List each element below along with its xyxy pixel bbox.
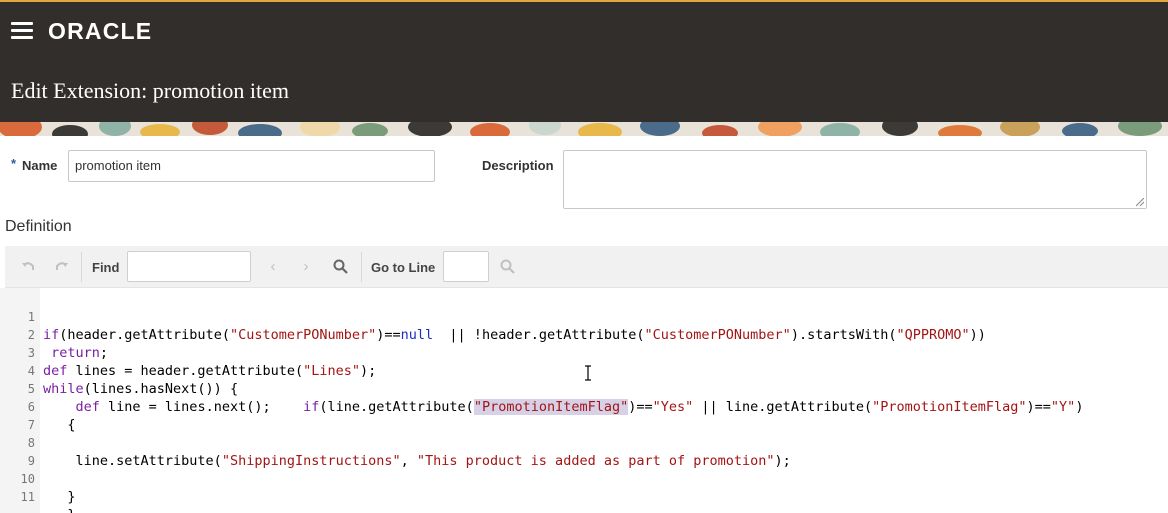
code-line[interactable]: 3 def lines = header.getAttribute("Lines… <box>0 326 1168 379</box>
description-field[interactable] <box>563 150 1147 209</box>
app-header: ORACLE Edit Extension: promotion item <box>0 0 1168 122</box>
description-label: Description <box>482 158 554 173</box>
search-icon[interactable] <box>332 258 350 276</box>
code-line[interactable]: 9 <box>0 434 1168 468</box>
code-line[interactable]: 1 if(header.getAttribute("CustomerPONumb… <box>0 290 1168 343</box>
find-input[interactable] <box>127 251 251 282</box>
undo-icon[interactable] <box>19 258 37 276</box>
goto-line-label: Go to Line <box>371 260 436 275</box>
search-icon[interactable] <box>499 258 517 276</box>
toolbar-divider <box>361 252 362 282</box>
code-text[interactable]: } <box>43 488 75 506</box>
toolbar-divider <box>81 252 82 282</box>
chevron-left-icon[interactable]: ‹ <box>264 258 282 276</box>
oracle-logo[interactable]: ORACLE <box>48 18 152 45</box>
code-line[interactable]: 10 } <box>0 452 1168 505</box>
hamburger-menu-icon[interactable] <box>11 22 33 40</box>
goto-line-input[interactable] <box>443 251 489 282</box>
code-text[interactable]: } <box>43 506 75 513</box>
page-title: Edit Extension: promotion item <box>11 78 290 103</box>
required-marker: * <box>11 156 17 171</box>
resize-grip-icon[interactable] <box>1136 198 1144 206</box>
redo-icon[interactable] <box>53 258 71 276</box>
editor-toolbar: Find ‹ › Go to Line <box>5 246 1168 288</box>
line-number: 11 <box>20 490 35 504</box>
code-line[interactable]: 4 while(lines.hasNext()) { <box>0 344 1168 397</box>
code-line[interactable]: 7 <box>0 398 1168 432</box>
code-line[interactable]: 8 line.setAttribute("ShippingInstruction… <box>0 416 1168 469</box>
name-field[interactable]: promotion item <box>68 150 435 182</box>
code-line[interactable]: 6 { <box>0 380 1168 433</box>
definition-label: Definition <box>5 218 72 235</box>
find-label: Find <box>92 260 120 275</box>
name-label: Name <box>22 158 58 173</box>
code-editor[interactable]: 1 if(header.getAttribute("CustomerPONumb… <box>0 288 1168 513</box>
decorative-banner <box>0 122 1168 136</box>
text-cursor-icon <box>585 365 591 381</box>
code-line[interactable]: 11 } <box>0 470 1168 513</box>
code-line[interactable]: 2 return; <box>0 308 1168 361</box>
chevron-right-icon[interactable]: › <box>297 258 315 276</box>
